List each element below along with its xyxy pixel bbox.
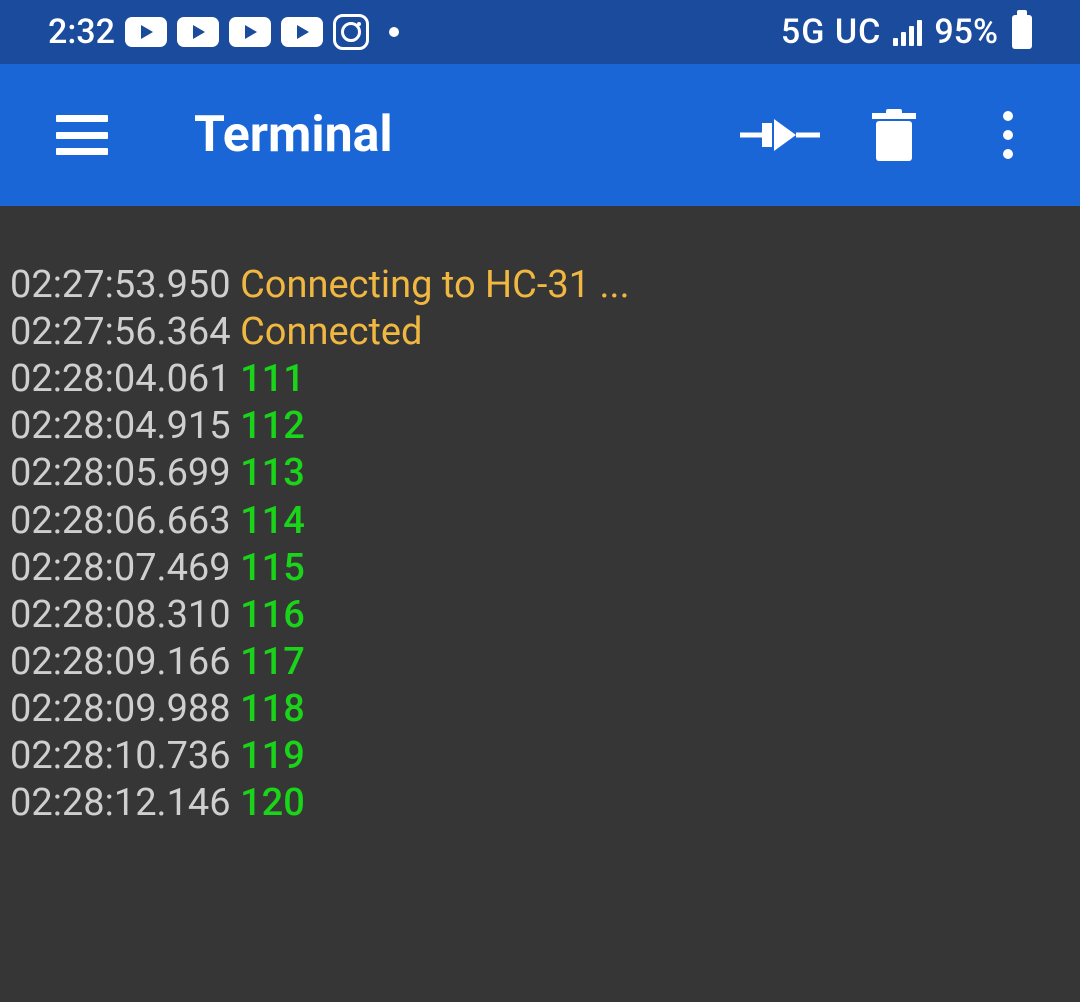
connect-icon [740,115,820,155]
log-timestamp: 02:28:04.061 [10,357,240,401]
log-line: 02:27:56.364 Connected [10,309,1070,356]
youtube-icon [177,17,219,47]
log-line: 02:28:09.166 117 [10,639,1070,686]
log-line: 02:28:07.469 115 [10,545,1070,592]
terminal-output[interactable]: 02:27:53.950 Connecting to HC-31 ...02:2… [0,206,1080,837]
log-line: 02:28:12.146 120 [10,780,1070,827]
log-line: 02:28:10.736 119 [10,733,1070,780]
log-data-message: 119 [240,734,305,778]
youtube-icon [281,17,323,47]
log-data-message: 118 [240,687,305,731]
log-status-message: Connecting to HC-31 ... [240,263,630,307]
log-timestamp: 02:28:08.310 [10,593,240,637]
log-line: 02:28:06.663 114 [10,498,1070,545]
connect-button[interactable] [738,93,822,177]
more-button[interactable] [966,93,1050,177]
log-timestamp: 02:28:12.146 [10,781,240,825]
log-data-message: 116 [240,593,305,637]
log-timestamp: 02:28:05.699 [10,451,240,495]
log-timestamp: 02:28:04.915 [10,404,240,448]
overflow-dot-icon [389,27,399,37]
more-vert-icon [1003,111,1013,159]
youtube-icon [229,17,271,47]
hamburger-icon [56,115,108,155]
status-right: 5G UC 95% [781,12,1032,52]
log-status-message: Connected [240,310,422,354]
page-title: Terminal [194,106,738,164]
signal-icon [893,18,922,46]
log-timestamp: 02:27:56.364 [10,310,240,354]
log-timestamp: 02:28:06.663 [10,499,240,543]
status-bar: 2:32 5G UC 95% [0,0,1080,64]
log-timestamp: 02:28:07.469 [10,546,240,590]
status-left: 2:32 [48,12,399,52]
log-line: 02:27:53.950 Connecting to HC-31 ... [10,262,1070,309]
log-line: 02:28:04.061 111 [10,356,1070,403]
network-label: 5G UC [781,12,881,52]
log-data-message: 115 [240,546,305,590]
log-line: 02:28:08.310 116 [10,592,1070,639]
youtube-icon [125,17,167,47]
clock-text: 2:32 [48,12,115,52]
log-data-message: 120 [240,781,305,825]
menu-button[interactable] [40,93,124,177]
trash-icon [872,109,916,161]
log-line: 02:28:05.699 113 [10,450,1070,497]
log-timestamp: 02:28:10.736 [10,734,240,778]
instagram-icon [333,14,369,50]
log-data-message: 113 [240,451,305,495]
app-bar: Terminal [0,64,1080,206]
log-timestamp: 02:28:09.988 [10,687,240,731]
log-data-message: 114 [240,499,305,543]
log-line: 02:28:09.988 118 [10,686,1070,733]
log-line: 02:28:04.915 112 [10,403,1070,450]
log-data-message: 111 [240,357,305,401]
log-data-message: 112 [240,404,305,448]
log-timestamp: 02:27:53.950 [10,263,240,307]
battery-percent: 95% [934,12,998,52]
app-bar-actions [738,93,1050,177]
log-data-message: 117 [240,640,305,684]
delete-button[interactable] [852,93,936,177]
log-timestamp: 02:28:09.166 [10,640,240,684]
battery-icon [1012,15,1032,49]
